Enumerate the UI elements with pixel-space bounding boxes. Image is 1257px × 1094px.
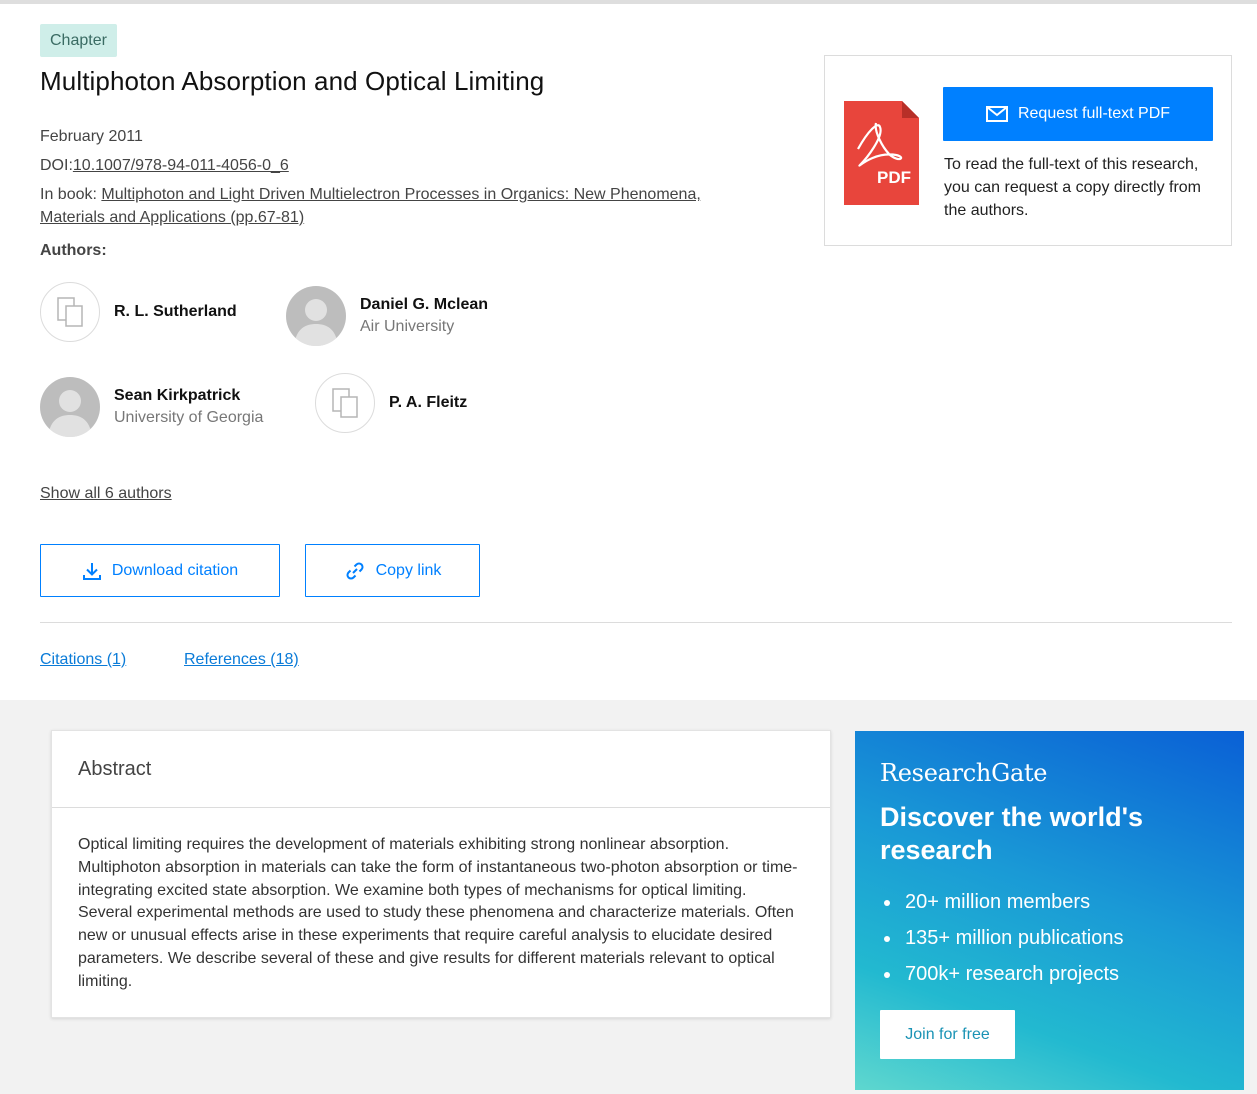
tabs-divider — [40, 622, 1232, 623]
request-full-text-button[interactable]: Request full-text PDF — [943, 87, 1213, 141]
show-all-authors-link[interactable]: Show all 6 authors — [40, 485, 172, 503]
abstract-card: Abstract Optical limiting requires the d… — [51, 730, 831, 1018]
avatar-placeholder-icon — [40, 282, 100, 342]
author-card[interactable]: Daniel G. Mclean Air University — [286, 286, 488, 346]
pdf-icon-text: PDF — [877, 168, 911, 187]
tab-references[interactable]: References (18) — [184, 651, 299, 669]
envelope-icon — [985, 106, 1008, 122]
author-card[interactable]: P. A. Fleitz — [315, 373, 467, 433]
researchgate-logo: ResearchGate — [880, 759, 1048, 787]
promo-stat-item: 20+ million members — [880, 884, 1123, 920]
header-bottom-edge — [0, 690, 1207, 700]
abstract-text: Optical limiting requires the developmen… — [78, 836, 798, 990]
author-name[interactable]: P. A. Fleitz — [389, 392, 467, 414]
promo-stat-item: 700k+ research projects — [880, 956, 1123, 992]
publication-type-badge: Chapter — [40, 24, 117, 57]
request-pdf-note: To read the full-text of this research, … — [944, 156, 1202, 219]
author-institution[interactable]: University of Georgia — [114, 407, 263, 429]
pdf-file-icon: PDF — [844, 101, 919, 205]
in-book-label: In book: — [40, 186, 102, 203]
promo-stats-list: 20+ million members 135+ million publica… — [880, 884, 1123, 992]
copy-link-label: Copy link — [375, 561, 442, 579]
authors-heading: Authors: — [40, 242, 107, 259]
in-book-line: In book: Multiphoton and Light Driven Mu… — [40, 183, 780, 229]
request-full-text-label: Request full-text PDF — [1017, 105, 1171, 122]
author-name[interactable]: R. L. Sutherland — [114, 301, 237, 323]
doi-label: DOI: — [40, 157, 73, 174]
author-institution[interactable]: Air University — [360, 316, 488, 338]
publication-date: February 2011 — [40, 128, 143, 145]
avatar-person-icon — [286, 286, 346, 346]
abstract-heading: Abstract — [52, 731, 830, 808]
download-citation-button[interactable]: Download citation — [40, 544, 280, 597]
join-for-free-button[interactable]: Join for free — [880, 1010, 1015, 1059]
avatar-person-icon — [40, 377, 100, 437]
doi-link[interactable]: 10.1007/978-94-011-4056-0_6 — [73, 157, 289, 174]
researchgate-promo: ResearchGate Discover the world's resear… — [855, 731, 1244, 1090]
author-name[interactable]: Sean Kirkpatrick — [114, 385, 263, 407]
promo-headline: Discover the world's research — [880, 802, 1143, 865]
page-title: Multiphoton Absorption and Optical Limit… — [40, 66, 545, 96]
author-name[interactable]: Daniel G. Mclean — [360, 294, 488, 316]
doi-line: DOI:10.1007/978-94-011-4056-0_6 — [40, 154, 289, 177]
link-icon — [346, 561, 364, 580]
author-card[interactable]: R. L. Sutherland — [40, 282, 237, 342]
book-title-line-1: Multiphoton and Light Driven Multielectr… — [101, 186, 701, 203]
promo-stat-item: 135+ million publications — [880, 920, 1123, 956]
author-card[interactable]: Sean Kirkpatrick University of Georgia — [40, 377, 263, 437]
copy-link-button[interactable]: Copy link — [305, 544, 480, 597]
download-icon — [82, 562, 101, 580]
avatar-placeholder-icon — [315, 373, 375, 433]
download-citation-label: Download citation — [111, 561, 239, 579]
book-title-line-2: Materials and Applications (pp.67-81) — [40, 209, 305, 226]
book-title-link[interactable]: Multiphoton and Light Driven Multielectr… — [40, 186, 701, 226]
request-pdf-card: PDF Request full-text PDF To read the fu… — [824, 55, 1232, 246]
top-border — [0, 0, 1257, 4]
tab-citations[interactable]: Citations (1) — [40, 651, 126, 669]
